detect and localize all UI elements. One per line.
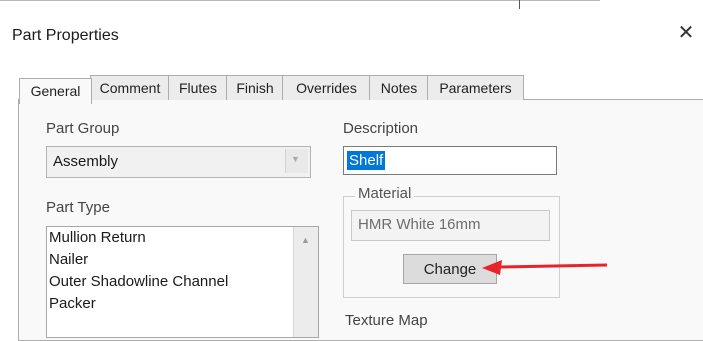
description-value: Shelf	[347, 151, 386, 170]
tab-general[interactable]: General	[19, 78, 92, 104]
part-group-label: Part Group	[46, 120, 120, 137]
tab-notes[interactable]: Notes	[369, 75, 429, 100]
material-legend: Material	[355, 185, 415, 202]
chevron-down-icon: ▼	[291, 154, 300, 164]
description-input[interactable]: Shelf	[343, 146, 557, 175]
description-label: Description	[343, 120, 419, 137]
list-item[interactable]: Packer	[49, 295, 96, 312]
triangle-up-icon[interactable]: ▲	[301, 235, 310, 245]
top-border-line	[0, 0, 600, 1]
part-type-list[interactable]: Mullion Return Nailer Outer Shadowline C…	[46, 226, 319, 338]
part-group-select[interactable]: Assembly ▼	[46, 146, 311, 178]
tab-comment[interactable]: Comment	[90, 75, 170, 100]
red-arrow-annotation	[482, 260, 608, 275]
part-group-value: Assembly	[53, 153, 119, 170]
material-display: HMR White 16mm	[351, 210, 550, 241]
tab-overrides[interactable]: Overrides	[282, 75, 371, 100]
top-tick-mark	[519, 0, 520, 9]
material-value: HMR White 16mm	[358, 216, 481, 233]
tab-flutes[interactable]: Flutes	[168, 75, 228, 100]
tab-finish[interactable]: Finish	[226, 75, 284, 100]
part-type-scrollbar[interactable]: ▲	[293, 227, 318, 337]
dialog-title: Part Properties	[12, 27, 119, 44]
part-group-dropdown-button[interactable]: ▼	[285, 149, 308, 173]
close-icon[interactable]: ✕	[676, 23, 696, 43]
list-item[interactable]: Mullion Return	[49, 229, 146, 246]
list-item[interactable]: Outer Shadowline Channel	[49, 273, 228, 290]
texture-map-label: Texture Map	[345, 312, 428, 329]
part-type-label: Part Type	[46, 199, 110, 216]
tab-parameters[interactable]: Parameters	[427, 75, 524, 100]
list-item[interactable]: Nailer	[49, 251, 88, 268]
